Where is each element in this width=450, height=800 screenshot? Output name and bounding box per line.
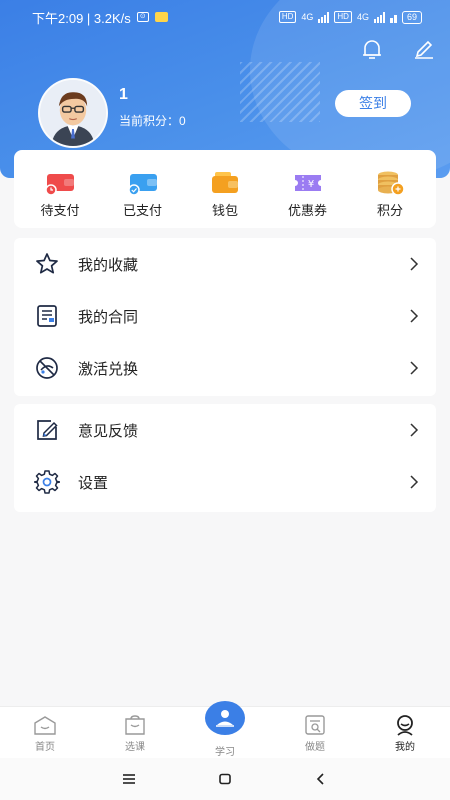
tab-exercise[interactable]: 做题: [270, 707, 360, 758]
chevron-right-icon: [410, 475, 419, 489]
order-label: 积分: [376, 203, 403, 218]
hd-badge-2: HD: [334, 11, 352, 23]
course-icon: [125, 715, 145, 735]
activate-icon: [36, 357, 58, 379]
tab-home[interactable]: 首页: [0, 707, 90, 758]
menu-item-settings[interactable]: 设置: [14, 456, 436, 508]
wifi-icon: [389, 12, 397, 23]
points-icon: [378, 171, 405, 196]
system-nav-bar: [0, 758, 450, 800]
status-bar: 下午2:09 | 3.2K/s ⊙ HD 4G HD 4G 69: [0, 0, 450, 34]
status-time-speed: 下午2:09 | 3.2K/s: [32, 10, 131, 26]
wallet-icon: [212, 172, 238, 193]
profile-icon: [397, 715, 413, 736]
avatar-image: [40, 80, 106, 146]
order-item-coupon[interactable]: ¥ 优惠券: [270, 150, 346, 228]
order-label: 优惠券: [287, 203, 327, 218]
order-item-wallet[interactable]: 钱包: [187, 150, 263, 228]
points-text: 当前积分：0: [119, 114, 186, 128]
menu-label: 我的收藏: [78, 256, 139, 274]
menu-label: 意见反馈: [78, 422, 139, 440]
tab-label: 我的: [395, 742, 415, 753]
back-icon: [316, 773, 324, 785]
tab-profile[interactable]: 我的: [360, 707, 450, 758]
tab-label: 学习: [215, 747, 235, 758]
coupon-icon: ¥: [294, 175, 321, 191]
notification-icon: ⊙: [136, 12, 149, 22]
menu-item-feedback[interactable]: 意见反馈: [14, 404, 436, 456]
avatar[interactable]: [38, 78, 108, 148]
order-item-points[interactable]: 积分: [352, 150, 428, 228]
pending-payment-icon: [45, 174, 74, 196]
tab-label: 选课: [125, 742, 145, 753]
chevron-right-icon: [410, 309, 419, 323]
feedback-icon: [37, 420, 58, 440]
chevron-right-icon: [410, 257, 419, 271]
order-label: 钱包: [211, 203, 238, 218]
orders-card: 待支付 已支付 钱包 ¥ 优惠券 积分: [14, 150, 436, 228]
user-name: 1: [119, 86, 128, 103]
battery-icon: 69: [401, 10, 422, 24]
square-icon: [219, 773, 231, 785]
chevron-right-icon: [410, 423, 419, 437]
signal-icon: [318, 11, 330, 23]
signin-button[interactable]: 签到: [335, 90, 411, 117]
nav-menu-button[interactable]: [81, 758, 177, 800]
menu-item-favorites[interactable]: 我的收藏: [14, 238, 436, 290]
network-type: 4G: [301, 12, 314, 22]
order-label: 已支付: [122, 203, 162, 218]
signal-icon-2: [373, 11, 385, 23]
hd-badge: HD: [278, 11, 297, 23]
menu-group-1: 我的收藏 我的合同 激活兑换: [14, 238, 436, 396]
home-icon: [34, 716, 56, 735]
exercise-icon: [305, 715, 325, 735]
edit-icon[interactable]: [412, 37, 436, 61]
nav-back-button[interactable]: [273, 758, 369, 800]
tab-course[interactable]: 选课: [90, 707, 180, 758]
order-item-pending[interactable]: 待支付: [22, 150, 98, 228]
tab-label: 首页: [35, 742, 55, 753]
menu-item-activate[interactable]: 激活兑换: [14, 342, 436, 394]
svg-text:¥: ¥: [307, 179, 313, 190]
bottom-tab-bar: 首页 选课 学习 做题 我的: [0, 701, 450, 758]
chevron-right-icon: [410, 361, 419, 375]
study-button[interactable]: [205, 701, 245, 735]
star-icon: [36, 253, 58, 274]
menu-group-2: 意见反馈 设置: [14, 404, 436, 512]
network-type-2: 4G: [356, 12, 369, 22]
bell-icon[interactable]: [360, 37, 384, 61]
menu-label: 激活兑换: [78, 360, 139, 378]
tab-label: 做题: [305, 742, 325, 753]
nav-home-button[interactable]: [177, 758, 273, 800]
menu-label: 设置: [78, 474, 109, 492]
menu-icon: [123, 774, 135, 784]
study-icon: [216, 710, 234, 727]
order-label: 待支付: [40, 203, 80, 218]
settings-icon: [34, 470, 60, 494]
menu-label: 我的合同: [78, 308, 139, 326]
header-stripes: [240, 62, 320, 122]
tab-study[interactable]: 学习: [180, 701, 270, 758]
order-item-paid[interactable]: 已支付: [105, 150, 181, 228]
menu-item-contracts[interactable]: 我的合同: [14, 290, 436, 342]
paid-icon: [127, 174, 157, 196]
message-icon: [154, 12, 168, 22]
contract-icon: [37, 305, 57, 327]
